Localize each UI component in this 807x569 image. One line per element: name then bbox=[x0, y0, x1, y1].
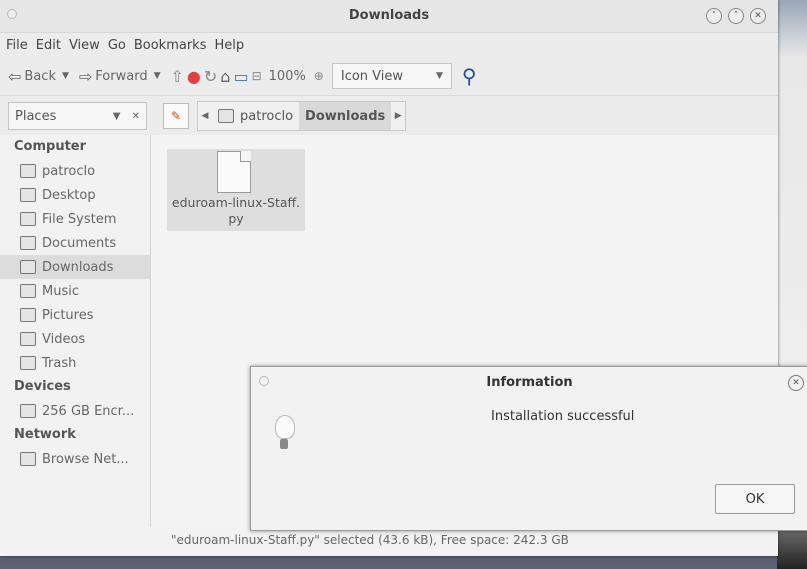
sidebar: Computer patroclo Desktop File System Do… bbox=[0, 135, 151, 527]
home-folder-icon bbox=[20, 164, 36, 178]
lightbulb-icon bbox=[275, 415, 295, 439]
sidebar-item-label: File System bbox=[42, 211, 117, 227]
sidebar-item-label: Videos bbox=[42, 331, 86, 347]
menu-bookmarks[interactable]: Bookmarks bbox=[130, 38, 211, 53]
sidebar-item-videos[interactable]: Videos bbox=[0, 327, 150, 351]
side-pane-select[interactable]: Places ▼ ✕ bbox=[8, 102, 147, 130]
menu-file[interactable]: File bbox=[2, 38, 32, 53]
window-titlebar[interactable]: Downloads ˅ ˄ ✕ bbox=[0, 0, 778, 33]
minimize-icon[interactable]: ˅ bbox=[706, 8, 722, 24]
forward-button[interactable]: ⇨ Forward ▼ bbox=[79, 67, 161, 86]
zoom-out-icon[interactable]: ⊟ bbox=[252, 69, 262, 83]
home-folder-icon bbox=[218, 109, 234, 123]
zoom-level: 100% bbox=[268, 68, 306, 84]
sidebar-item-desktop[interactable]: Desktop bbox=[0, 183, 150, 207]
back-label: Back bbox=[24, 68, 56, 84]
edit-location-button[interactable]: ✎ bbox=[163, 103, 189, 129]
breadcrumb-item-patroclo[interactable]: patroclo bbox=[212, 102, 299, 130]
sidebar-item-downloads[interactable]: Downloads bbox=[0, 255, 150, 279]
breadcrumb-item-downloads[interactable]: Downloads bbox=[299, 102, 392, 130]
sidebar-item-documents[interactable]: Documents bbox=[0, 231, 150, 255]
sidebar-item-trash[interactable]: Trash bbox=[0, 351, 150, 375]
sidebar-item-patroclo[interactable]: patroclo bbox=[0, 159, 150, 183]
sidebar-item-label: Trash bbox=[42, 355, 77, 371]
search-icon[interactable]: ⚲ bbox=[462, 64, 477, 88]
sidebar-item-pictures[interactable]: Pictures bbox=[0, 303, 150, 327]
sidebar-heading-devices: Devices bbox=[14, 379, 71, 394]
breadcrumb: ◀ patroclo Downloads ▶ bbox=[197, 101, 407, 131]
toolbar: ⇦ Back ▼ ⇨ Forward ▼ ⇧ ● ↻ ⌂ ▭ ⊟ 100% ⊕ … bbox=[0, 57, 778, 96]
downloads-folder-icon bbox=[20, 260, 36, 274]
dialog-message: Installation successful bbox=[491, 409, 635, 424]
documents-folder-icon bbox=[20, 236, 36, 250]
menu-edit[interactable]: Edit bbox=[32, 38, 65, 53]
back-button[interactable]: ⇦ Back ▼ bbox=[8, 67, 69, 86]
menu-help[interactable]: Help bbox=[210, 38, 248, 53]
drive-icon bbox=[20, 212, 36, 226]
sidebar-item-label: 256 GB Encr... bbox=[42, 403, 135, 419]
menu-view[interactable]: View bbox=[65, 38, 104, 53]
sidebar-item-browse-network[interactable]: Browse Net... bbox=[0, 447, 150, 471]
close-pane-icon[interactable]: ✕ bbox=[132, 111, 140, 122]
ok-button[interactable]: OK bbox=[715, 484, 795, 514]
window-title: Downloads bbox=[348, 8, 430, 23]
videos-folder-icon bbox=[20, 332, 36, 346]
lightbulb-base bbox=[280, 439, 288, 449]
pencil-icon: ✎ bbox=[170, 109, 182, 123]
desktop-folder-icon bbox=[20, 188, 36, 202]
close-icon[interactable]: ✕ bbox=[750, 8, 766, 24]
status-bar: "eduroam-linux-Staff.py" selected (43.6 … bbox=[171, 533, 569, 547]
sidebar-item-label: Documents bbox=[42, 235, 117, 251]
sidebar-item-label: patroclo bbox=[42, 163, 96, 179]
back-history-chevron-icon[interactable]: ▼ bbox=[62, 71, 69, 81]
close-icon[interactable]: ✕ bbox=[788, 375, 804, 391]
file-item[interactable]: eduroam-linux-Staff. py bbox=[167, 149, 305, 231]
places-label: Places bbox=[15, 108, 57, 124]
drive-icon bbox=[20, 404, 36, 418]
menubar: File Edit View Go Bookmarks Help bbox=[0, 33, 778, 57]
sidebar-item-label: Music bbox=[42, 283, 79, 299]
back-arrow-icon: ⇦ bbox=[8, 66, 22, 86]
chevron-down-icon: ▼ bbox=[435, 71, 443, 81]
sidebar-item-file-system[interactable]: File System bbox=[0, 207, 150, 231]
information-dialog: Information ✕ Installation successful OK bbox=[250, 366, 807, 531]
sidebar-item-label: Desktop bbox=[42, 187, 96, 203]
menu-go[interactable]: Go bbox=[104, 38, 130, 53]
view-mode-value: Icon View bbox=[340, 68, 404, 84]
sidebar-item-label: Browse Net... bbox=[42, 451, 129, 467]
home-icon[interactable]: ⌂ bbox=[220, 67, 230, 86]
up-icon[interactable]: ⇧ bbox=[171, 67, 184, 86]
network-icon bbox=[20, 452, 36, 466]
reload-icon[interactable]: ↻ bbox=[204, 67, 217, 86]
stop-icon[interactable]: ● bbox=[187, 67, 201, 86]
chevron-down-icon: ▼ bbox=[112, 110, 121, 122]
maximize-icon[interactable]: ˄ bbox=[728, 8, 744, 24]
sidebar-item-encrypted-drive[interactable]: 256 GB Encr... bbox=[0, 399, 150, 423]
pictures-folder-icon bbox=[20, 308, 36, 322]
music-folder-icon bbox=[20, 284, 36, 298]
sidebar-item-label: Pictures bbox=[42, 307, 94, 323]
forward-history-chevron-icon[interactable]: ▼ bbox=[154, 71, 161, 81]
breadcrumb-label: patroclo bbox=[240, 108, 294, 124]
file-name-line: eduroam-linux-Staff. bbox=[171, 195, 301, 210]
sidebar-item-label: Downloads bbox=[42, 259, 114, 275]
breadcrumb-right-icon[interactable]: ▶ bbox=[391, 102, 405, 130]
dialog-titlebar[interactable]: Information ✕ bbox=[251, 367, 807, 397]
forward-label: Forward bbox=[95, 68, 148, 84]
breadcrumb-label: Downloads bbox=[305, 108, 386, 124]
sidebar-item-music[interactable]: Music bbox=[0, 279, 150, 303]
text-file-icon bbox=[217, 151, 251, 193]
zoom-in-icon[interactable]: ⊕ bbox=[314, 69, 324, 83]
dialog-title: Information bbox=[486, 375, 573, 390]
file-name-line: py bbox=[228, 211, 244, 226]
breadcrumb-left-icon[interactable]: ◀ bbox=[198, 102, 212, 130]
forward-arrow-icon: ⇨ bbox=[78, 66, 93, 86]
trash-icon bbox=[20, 356, 36, 370]
computer-icon[interactable]: ▭ bbox=[233, 67, 248, 86]
sidebar-heading-computer: Computer bbox=[14, 139, 87, 154]
view-mode-select[interactable]: Icon View ▼ bbox=[331, 63, 452, 89]
file-name: eduroam-linux-Staff. py bbox=[167, 195, 305, 227]
location-bar: Places ▼ ✕ ✎ ◀ patroclo Downloads ▶ bbox=[0, 96, 778, 137]
sidebar-heading-network: Network bbox=[14, 427, 76, 442]
